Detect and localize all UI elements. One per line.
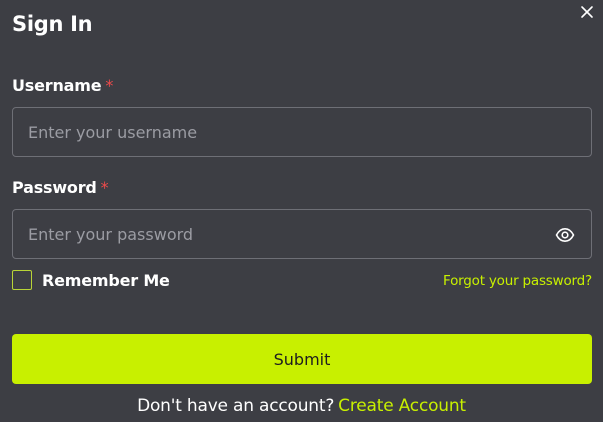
password-input[interactable] (13, 210, 591, 258)
remember-me[interactable]: Remember Me (12, 270, 170, 290)
close-button[interactable] (579, 4, 595, 20)
username-field[interactable] (12, 107, 592, 157)
password-visibility-toggle[interactable] (555, 225, 575, 245)
username-required-mark: * (105, 76, 114, 95)
password-label-text: Password (12, 178, 97, 197)
submit-button[interactable]: Submit (12, 334, 592, 384)
password-label: Password * (12, 178, 109, 197)
remember-me-checkbox[interactable] (12, 270, 32, 290)
remember-me-label: Remember Me (42, 270, 170, 290)
username-label: Username * (12, 76, 113, 95)
create-account-link[interactable]: Create Account (338, 396, 466, 416)
eye-icon (555, 228, 575, 242)
username-label-text: Username (12, 76, 102, 95)
username-input[interactable] (13, 108, 591, 156)
signup-prompt-text: Don't have an account? (137, 396, 335, 416)
dialog-title: Sign In (12, 12, 93, 36)
signup-prompt: Don't have an account? Create Account (0, 396, 603, 416)
sign-in-dialog: Sign In Username* Password* Remember Me … (0, 0, 603, 422)
password-field[interactable] (12, 209, 592, 259)
forgot-password-link[interactable]: Forgot your password? (443, 273, 592, 289)
close-icon (581, 6, 593, 18)
password-required-mark: * (100, 178, 109, 197)
